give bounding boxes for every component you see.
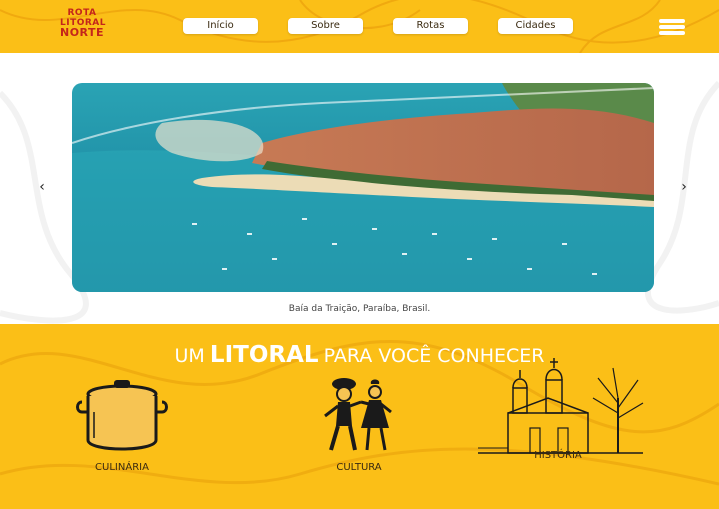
site-header: ROTA LITORAL NORTE Início Sobre Rotas Ci… bbox=[0, 0, 719, 53]
card-label: CULINÁRIA bbox=[95, 462, 149, 473]
site-logo[interactable]: ROTA LITORAL NORTE bbox=[60, 8, 106, 44]
folk-dancers-icon bbox=[324, 378, 392, 451]
nav-inicio[interactable]: Início bbox=[183, 18, 258, 34]
card-label: HISTÓRIA bbox=[534, 450, 582, 461]
logo-line-1: ROTA bbox=[67, 8, 97, 18]
litoral-section: UM LITORAL PARA VOCÊ CONHECER CULINÁRIA bbox=[0, 324, 719, 509]
card-historia[interactable]: HISTÓRIA bbox=[468, 358, 648, 461]
headline-prefix: UM bbox=[174, 345, 205, 367]
card-label: CULTURA bbox=[336, 462, 382, 473]
chevron-left-icon[interactable]: ‹ bbox=[35, 179, 49, 195]
image-carousel: ‹ › Baía da Traição, Paraíba, Brasil. bbox=[0, 53, 719, 324]
carousel-caption: Baía da Traição, Paraíba, Brasil. bbox=[288, 304, 431, 314]
headline-highlight: LITORAL bbox=[209, 342, 319, 368]
card-cultura[interactable]: CULTURA bbox=[309, 372, 409, 473]
cooking-pot-icon bbox=[76, 380, 168, 451]
card-culinaria[interactable]: CULINÁRIA bbox=[72, 372, 172, 473]
chevron-right-icon[interactable]: › bbox=[677, 179, 691, 195]
nav-sobre[interactable]: Sobre bbox=[288, 18, 363, 34]
church-icon bbox=[478, 358, 644, 454]
nav-cidades[interactable]: Cidades bbox=[498, 18, 573, 34]
nav-rotas[interactable]: Rotas bbox=[393, 18, 468, 34]
logo-line-3: NORTE bbox=[60, 26, 105, 39]
hamburger-icon[interactable] bbox=[659, 19, 685, 35]
carousel-photo-baia-da-traicao bbox=[72, 83, 654, 292]
